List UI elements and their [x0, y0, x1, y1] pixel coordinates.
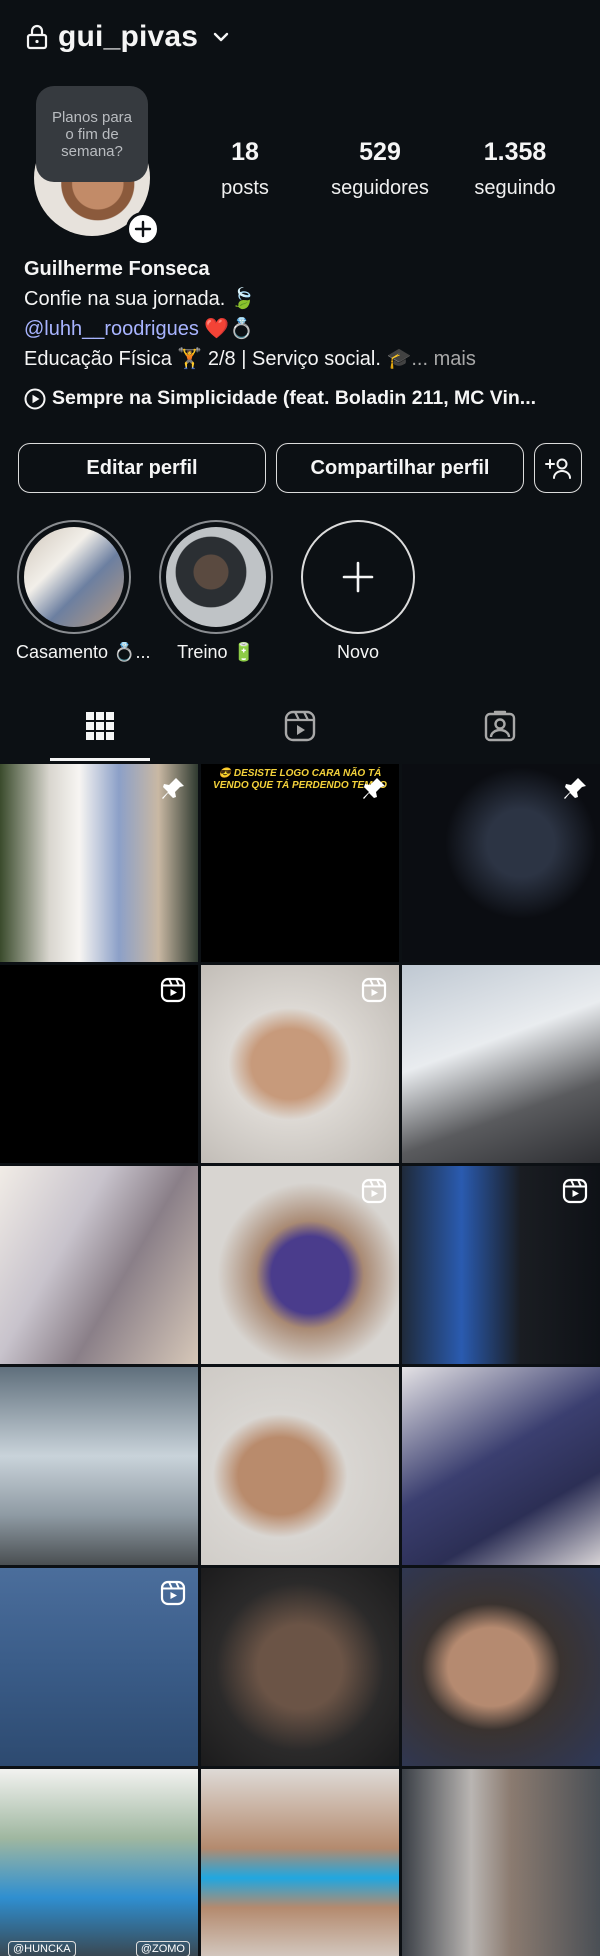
posts-grid: 😎 DESISTE LOGO CARA NÃO TÁ VENDO QUE TÁ …: [0, 764, 600, 1956]
edit-profile-button[interactable]: Editar perfil: [18, 443, 266, 493]
post-watermark: @HUNCKA: [8, 1941, 76, 1956]
highlight-ring: [159, 520, 273, 634]
highlight-new[interactable]: Novo: [300, 520, 416, 663]
tab-tagged[interactable]: [400, 692, 600, 760]
posts-count: 18: [231, 138, 259, 166]
username-switcher[interactable]: gui_pivas: [58, 20, 198, 54]
post-thumbnail[interactable]: [402, 1367, 600, 1565]
pin-icon: [564, 778, 586, 799]
music-title: Sempre na Simplicidade (feat. Boladin 21…: [52, 387, 537, 409]
discover-people-button[interactable]: [534, 443, 582, 493]
followers-label: seguidores: [331, 177, 429, 199]
followers-count: 529: [359, 138, 401, 166]
stat-followers[interactable]: 529 seguidores: [320, 138, 440, 200]
stat-posts[interactable]: 18 posts: [205, 138, 285, 200]
new-highlight-ring: [301, 520, 415, 634]
bio-line-3: Educação Física 🏋️ 2/8 | Serviço social.…: [24, 344, 584, 374]
reels-icon: [284, 710, 316, 742]
highlight-caption: Casamento 💍...: [16, 642, 151, 662]
post-thumbnail[interactable]: [201, 1568, 399, 1766]
post-thumbnail[interactable]: [201, 1367, 399, 1565]
post-thumbnail[interactable]: [201, 965, 399, 1163]
following-label: seguindo: [474, 177, 556, 199]
post-thumbnail[interactable]: [0, 764, 198, 962]
bio-mention-emoji: ❤️💍: [198, 318, 255, 340]
post-thumbnail[interactable]: [402, 1568, 600, 1766]
note-bubble[interactable]: Planos para o fim de semana?: [36, 86, 148, 182]
following-count: 1.358: [483, 138, 547, 166]
add-person-icon: [545, 458, 571, 479]
play-circle-icon: [24, 388, 46, 409]
plus-icon: [342, 561, 374, 593]
highlight-ring: [17, 520, 131, 634]
tagged-icon: [484, 710, 516, 742]
bio-line-1: Confie na sua jornada. 🍃: [24, 288, 256, 310]
grid-icon: [86, 712, 114, 740]
bio: Guilherme Fonseca Confie na sua jornada.…: [24, 254, 584, 374]
highlight-treino[interactable]: Treino 🔋: [158, 520, 274, 663]
stat-following[interactable]: 1.358 seguindo: [462, 138, 568, 200]
active-tab-indicator: [50, 758, 150, 761]
highlight-caption: Treino 🔋: [177, 642, 255, 662]
bio-mention-link[interactable]: @luhh__roodrigues: [24, 318, 199, 340]
post-thumbnail[interactable]: [201, 1166, 399, 1364]
highlight-caption: Novo: [336, 642, 380, 662]
highlight-casamento[interactable]: Casamento 💍...: [16, 520, 151, 663]
post-thumbnail[interactable]: [0, 1166, 198, 1364]
reel-icon: [562, 1178, 588, 1204]
post-thumbnail[interactable]: @HUNCKA @ZOMO: [0, 1769, 198, 1956]
reel-icon: [361, 1178, 387, 1204]
reel-icon: [361, 977, 387, 1003]
post-thumbnail[interactable]: [0, 1367, 198, 1565]
profile-music[interactable]: Sempre na Simplicidade (feat. Boladin 21…: [24, 387, 536, 410]
post-thumbnail[interactable]: [402, 1769, 600, 1956]
pin-icon: [162, 778, 184, 799]
profile-tabs: [0, 692, 600, 760]
lock-icon: [26, 24, 48, 50]
tab-reels[interactable]: [200, 692, 400, 760]
bio-line-2: @luhh__roodrigues ❤️💍: [24, 314, 584, 344]
post-thumbnail[interactable]: 😎 DESISTE LOGO CARA NÃO TÁ VENDO QUE TÁ …: [201, 764, 399, 962]
add-story-button[interactable]: [126, 212, 160, 246]
reel-icon: [160, 1580, 186, 1606]
plus-icon: [134, 220, 152, 238]
bio-line-3-text: Educação Física 🏋️ 2/8 | Serviço social.…: [24, 348, 412, 370]
highlight-cover: [24, 527, 124, 627]
post-thumbnail[interactable]: [402, 764, 600, 962]
posts-label: posts: [221, 177, 269, 199]
reel-icon: [160, 977, 186, 1003]
share-profile-button[interactable]: Compartilhar perfil: [276, 443, 524, 493]
post-thumbnail[interactable]: [0, 1568, 198, 1766]
pin-icon: [363, 778, 385, 799]
display-name: Guilherme Fonseca: [24, 258, 210, 280]
post-thumbnail[interactable]: [402, 965, 600, 1163]
chevron-down-icon[interactable]: [212, 28, 230, 46]
post-thumbnail[interactable]: [201, 1769, 399, 1956]
highlight-cover: [166, 527, 266, 627]
tab-posts-grid[interactable]: [0, 692, 200, 760]
post-thumbnail[interactable]: [402, 1166, 600, 1364]
post-thumbnail[interactable]: [0, 965, 198, 1163]
top-bar: gui_pivas: [0, 0, 600, 74]
bio-more-link[interactable]: ... mais: [411, 348, 475, 370]
post-watermark: @ZOMO: [135, 1941, 190, 1956]
